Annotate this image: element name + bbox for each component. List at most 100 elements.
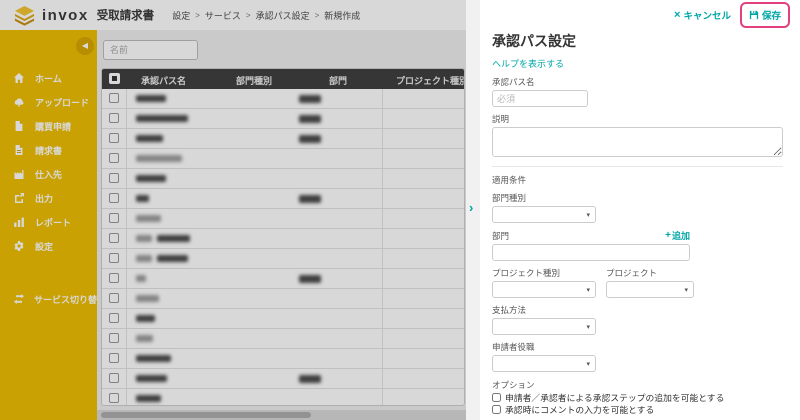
- logo-product-name: 受取請求書: [97, 7, 155, 23]
- table-header: 承認パス名 部門種別 部門 プロジェクト種別: [102, 69, 464, 89]
- table-row[interactable]: [102, 169, 464, 189]
- project-type-label: プロジェクト種別: [492, 267, 596, 279]
- department-input[interactable]: [492, 244, 690, 261]
- redacted-text: [136, 375, 167, 382]
- row-checkbox[interactable]: [109, 333, 119, 343]
- sidebar-item-report[interactable]: レポート: [0, 210, 97, 234]
- redacted-text: [136, 135, 163, 142]
- sidebar-item-settings[interactable]: 設定: [0, 234, 97, 258]
- approval-path-name-input[interactable]: [492, 90, 588, 107]
- row-checkbox[interactable]: [109, 233, 119, 243]
- table-row[interactable]: [102, 109, 464, 129]
- table-row[interactable]: [102, 189, 464, 209]
- service-switch-icon: [13, 293, 25, 306]
- sidebar-item-service-switch[interactable]: サービス切り替え: [0, 287, 97, 311]
- redacted-text: [299, 95, 321, 103]
- redacted-text: [136, 335, 153, 342]
- table-row[interactable]: [102, 349, 464, 369]
- row-checkbox[interactable]: [109, 373, 119, 383]
- row-checkbox[interactable]: [109, 393, 119, 403]
- sidebar-collapse-button[interactable]: ◀: [76, 37, 94, 55]
- row-checkbox[interactable]: [109, 213, 119, 223]
- project-label: プロジェクト: [606, 267, 694, 279]
- table-row[interactable]: [102, 209, 464, 229]
- row-checkbox[interactable]: [109, 273, 119, 283]
- table-row[interactable]: [102, 289, 464, 309]
- option-checkbox[interactable]: [492, 405, 501, 414]
- settings-icon: [13, 240, 26, 253]
- save-button[interactable]: 保存: [749, 8, 781, 22]
- breadcrumb-item[interactable]: 設定: [172, 9, 190, 22]
- row-checkbox[interactable]: [109, 93, 119, 103]
- main-list-area: 承認パス名 部門種別 部門 プロジェクト種別: [97, 30, 466, 420]
- select-all-checkbox[interactable]: [109, 73, 120, 84]
- redacted-text: [299, 275, 321, 283]
- app-header: invox 受取請求書 設定>サービス>承認パス設定>新規作成: [0, 0, 466, 30]
- option-label: 承認時にコメントの入力を可能とする: [505, 403, 654, 416]
- project-select[interactable]: ▾: [606, 281, 694, 298]
- column-header-department-type: 部門種別: [236, 74, 272, 87]
- column-header-project-type: プロジェクト種別: [396, 74, 465, 87]
- table-row[interactable]: [102, 129, 464, 149]
- invox-logo[interactable]: invox 受取請求書: [13, 5, 154, 26]
- description-textarea[interactable]: [492, 127, 783, 157]
- row-checkbox[interactable]: [109, 153, 119, 163]
- row-checkbox[interactable]: [109, 293, 119, 303]
- sidebar-item-invoice[interactable]: 請求書: [0, 138, 97, 162]
- redacted-text: [136, 215, 161, 222]
- sidebar-item-upload[interactable]: アップロード: [0, 90, 97, 114]
- sidebar-item-home[interactable]: ホーム: [0, 66, 97, 90]
- table-row[interactable]: [102, 249, 464, 269]
- approval-path-settings-panel: × キャンセル 保存 承認パス設定 ヘルプを表示する 承認パス名: [480, 0, 800, 420]
- panel-splitter[interactable]: ›: [466, 0, 480, 420]
- sidebar-item-supplier[interactable]: 仕入先: [0, 162, 97, 186]
- invoice-icon: [13, 144, 26, 157]
- project-type-select[interactable]: ▾: [492, 281, 596, 298]
- option-checkbox[interactable]: [492, 393, 501, 402]
- help-link[interactable]: ヘルプを表示する: [492, 57, 564, 70]
- breadcrumb-item[interactable]: 承認パス設定: [256, 9, 310, 22]
- cancel-button[interactable]: × キャンセル: [674, 8, 731, 22]
- sidebar-item-label: アップロード: [35, 96, 89, 109]
- table-row[interactable]: [102, 269, 464, 289]
- payment-method-select[interactable]: ▾: [492, 318, 596, 335]
- redacted-text: [136, 395, 161, 402]
- options-section-label: オプション: [492, 379, 783, 391]
- table-row[interactable]: [102, 329, 464, 349]
- applicant-role-select[interactable]: ▾: [492, 355, 596, 372]
- sidebar-item-label: レポート: [35, 216, 71, 229]
- breadcrumb-item[interactable]: サービス: [205, 9, 241, 22]
- table-row[interactable]: [102, 389, 464, 406]
- horizontal-scrollbar[interactable]: [97, 410, 466, 420]
- table-row[interactable]: [102, 309, 464, 329]
- export-icon: [13, 192, 26, 205]
- row-checkbox[interactable]: [109, 253, 119, 263]
- sidebar-item-purchase-request[interactable]: 購買申請: [0, 114, 97, 138]
- row-checkbox[interactable]: [109, 353, 119, 363]
- redacted-text: [299, 195, 321, 203]
- report-icon: [13, 216, 26, 229]
- row-checkbox[interactable]: [109, 173, 119, 183]
- table-row[interactable]: [102, 89, 464, 109]
- redacted-text: [136, 155, 182, 162]
- row-checkbox[interactable]: [109, 193, 119, 203]
- purchase-request-icon: [13, 120, 26, 133]
- row-checkbox[interactable]: [109, 113, 119, 123]
- table-row[interactable]: [102, 369, 464, 389]
- sidebar-item-export[interactable]: 出力: [0, 186, 97, 210]
- save-label: 保存: [762, 8, 781, 22]
- add-department-link[interactable]: + 追加: [665, 229, 690, 242]
- table-body: [102, 89, 464, 406]
- row-checkbox[interactable]: [109, 133, 119, 143]
- option-row[interactable]: 申請者／承認者による承認ステップの追加を可能とする: [492, 393, 783, 404]
- table-row[interactable]: [102, 229, 464, 249]
- department-label: 部門: [492, 230, 509, 242]
- scrollbar-thumb[interactable]: [101, 412, 311, 418]
- table-row[interactable]: [102, 149, 464, 169]
- option-row[interactable]: 承認時にコメントの入力を可能とする: [492, 405, 783, 416]
- redacted-text: [136, 295, 159, 302]
- breadcrumb: 設定>サービス>承認パス設定>新規作成: [172, 9, 360, 22]
- search-input[interactable]: [103, 40, 198, 60]
- row-checkbox[interactable]: [109, 313, 119, 323]
- department-type-select[interactable]: ▾: [492, 206, 596, 223]
